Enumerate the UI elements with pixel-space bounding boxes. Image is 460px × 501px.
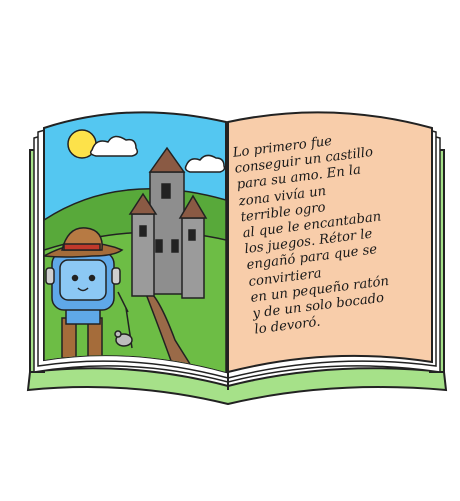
left-page [43, 111, 227, 374]
story-text: Lo primero fue conseguir un castillo para … [232, 123, 442, 364]
